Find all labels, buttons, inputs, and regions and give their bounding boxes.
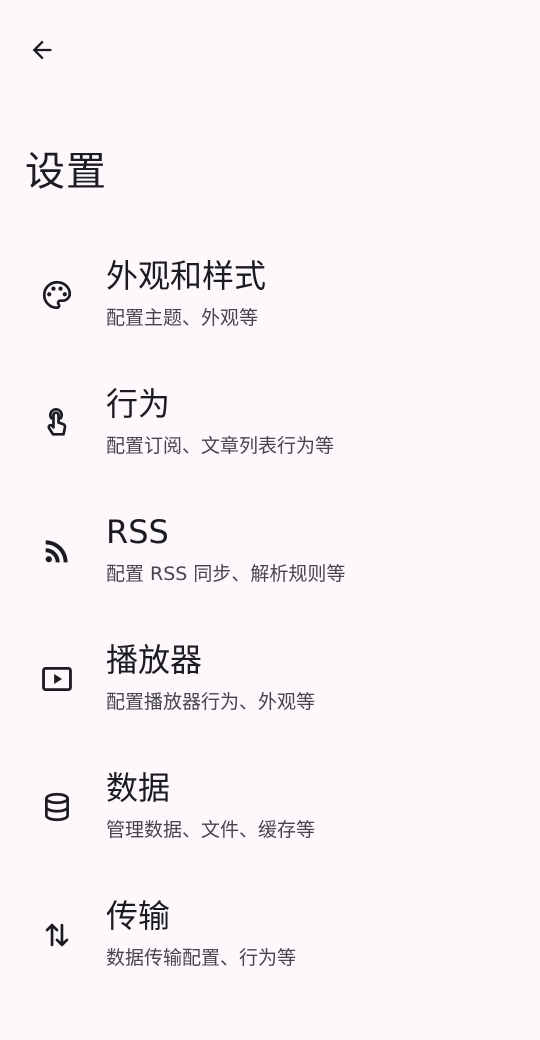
swap-vertical-icon	[38, 916, 76, 954]
settings-item-player[interactable]: 播放器 配置播放器行为、外观等	[0, 620, 540, 748]
settings-item-title: 数据	[106, 769, 171, 807]
settings-item-title: 行为	[106, 385, 171, 423]
settings-list: 外观和样式 配置主题、外观等 行为 配置订阅、文章列表行为等 RSS 配置 RS…	[0, 236, 540, 1004]
settings-item-title: RSS	[106, 513, 169, 551]
settings-item-appearance[interactable]: 外观和样式 配置主题、外观等	[0, 236, 540, 364]
settings-item-rss[interactable]: RSS 配置 RSS 同步、解析规则等	[0, 492, 540, 620]
play-box-icon	[38, 660, 76, 698]
settings-item-data[interactable]: 数据 管理数据、文件、缓存等	[0, 748, 540, 876]
settings-item-subtitle: 配置订阅、文章列表行为等	[106, 435, 335, 457]
palette-icon	[38, 276, 76, 314]
page-title: 设置	[25, 149, 107, 195]
settings-item-subtitle: 配置 RSS 同步、解析规则等	[106, 563, 346, 585]
settings-item-subtitle: 配置主题、外观等	[106, 307, 259, 329]
settings-item-subtitle: 数据传输配置、行为等	[106, 947, 297, 969]
settings-item-transfer[interactable]: 传输 数据传输配置、行为等	[0, 876, 540, 1004]
settings-item-title: 外观和样式	[106, 257, 267, 295]
back-button[interactable]	[20, 28, 64, 72]
top-app-bar	[0, 0, 540, 96]
touch-icon	[38, 404, 76, 442]
settings-item-subtitle: 管理数据、文件、缓存等	[106, 819, 316, 841]
rss-feed-icon	[38, 532, 76, 570]
settings-item-title: 传输	[106, 897, 171, 935]
settings-item-title: 播放器	[106, 641, 203, 679]
arrow-back-icon	[28, 36, 56, 64]
settings-item-behavior[interactable]: 行为 配置订阅、文章列表行为等	[0, 364, 540, 492]
database-icon	[38, 788, 76, 826]
settings-item-subtitle: 配置播放器行为、外观等	[106, 691, 316, 713]
